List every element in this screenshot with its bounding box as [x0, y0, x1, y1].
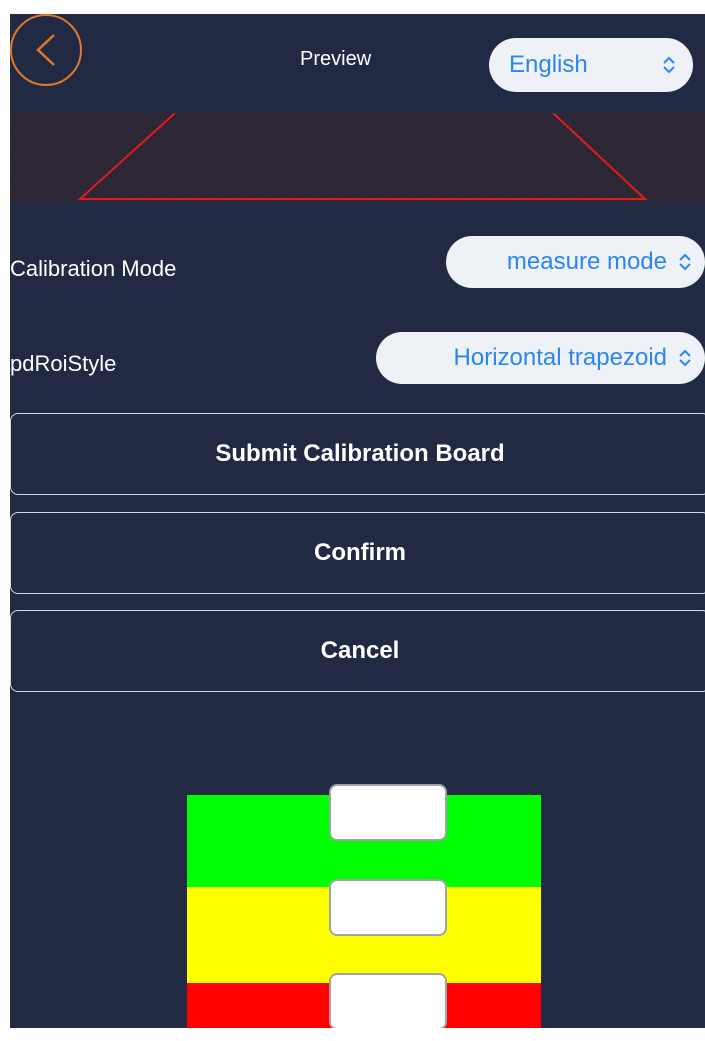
page-title: Preview [300, 48, 372, 70]
camera-preview [10, 113, 705, 202]
chevron-left-icon [36, 34, 55, 66]
language-select[interactable]: English [489, 38, 693, 92]
green-zone-input[interactable] [329, 784, 447, 841]
calibration-screen: Preview English Calibration Mode measure… [10, 14, 705, 1028]
roi-style-label: pdRoiStyle [10, 351, 117, 376]
roi-style-select[interactable]: Horizontal trapezoid [376, 332, 705, 384]
cancel-button[interactable]: Cancel [10, 610, 705, 692]
confirm-button[interactable]: Confirm [10, 512, 705, 594]
chevron-up-down-icon [679, 253, 691, 271]
chevron-up-down-icon [663, 56, 675, 74]
yellow-zone-input[interactable] [329, 879, 447, 936]
calibration-mode-label: Calibration Mode [10, 256, 177, 281]
roi-style-value: Horizontal trapezoid [453, 344, 667, 371]
language-select-value: English [509, 51, 588, 78]
back-button[interactable] [10, 14, 82, 86]
submit-calibration-board-button[interactable]: Submit Calibration Board [10, 413, 705, 495]
chevron-up-down-icon [679, 349, 691, 367]
threshold-zones [187, 784, 541, 1028]
red-zone-input[interactable] [329, 973, 447, 1028]
roi-trapezoid-overlay [10, 113, 705, 202]
calibration-mode-select[interactable]: measure mode [446, 236, 705, 288]
calibration-mode-value: measure mode [506, 248, 667, 275]
